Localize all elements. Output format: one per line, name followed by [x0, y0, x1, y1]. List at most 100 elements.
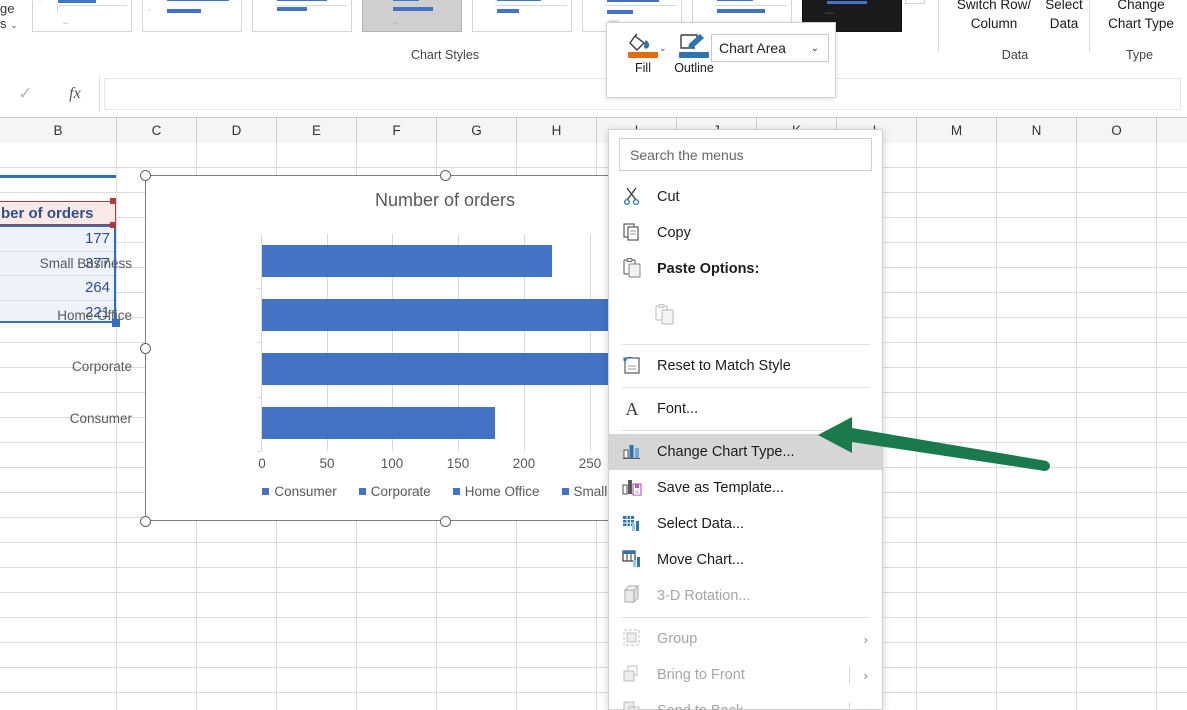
chart-style-thumbnail[interactable]: — ▪▪▪▪▪ — [32, 0, 132, 32]
chart-resize-handle-top-left[interactable] — [139, 169, 151, 181]
context-menu-divider — [621, 617, 870, 618]
outline-color-swatch — [679, 52, 709, 58]
fill-bucket-icon — [626, 31, 660, 59]
legend-swatch-icon — [452, 488, 460, 495]
outline-label: Outline — [674, 61, 714, 75]
column-header-D[interactable]: D — [197, 118, 277, 143]
column-header-E[interactable]: E — [277, 118, 357, 143]
column-header-B[interactable]: B — [0, 118, 117, 143]
context-menu-item-font[interactable]: A Font... — [609, 391, 882, 427]
context-menu-item-send-to-back: Send to Back › — [609, 693, 882, 710]
switch-row-column-button[interactable]: Switch Row/ Column — [946, 0, 1042, 33]
svg-text:A: A — [626, 399, 639, 419]
context-menu-item-change-chart-type[interactable]: Change Chart Type... — [609, 434, 882, 470]
search-placeholder: Search the menus — [630, 146, 744, 163]
legend-item-consumer[interactable]: Consumer — [262, 484, 337, 499]
chart-xtick-label: 250 — [578, 456, 602, 471]
legend-swatch-icon — [561, 488, 569, 495]
column-header-F[interactable]: F — [357, 118, 437, 143]
column-headers: B C D E F G H I J K L M N O — [0, 118, 1187, 143]
context-menu-item-cut[interactable]: Cut — [609, 179, 882, 215]
context-menu-item-group: Group › — [609, 621, 882, 657]
column-header-M[interactable]: M — [917, 118, 997, 143]
cell-value[interactable]: 264 — [0, 276, 114, 301]
column-header-G[interactable]: G — [437, 118, 517, 143]
fill-color-swatch — [628, 52, 658, 58]
chart-resize-handle-top-center[interactable] — [439, 169, 451, 181]
cell-value[interactable]: 177 — [0, 227, 114, 252]
chart-resize-handle-bottom-center[interactable] — [439, 515, 451, 527]
context-menu-item-paste-options: Paste Options: — [609, 251, 882, 287]
fill-dropdown-chevron-icon[interactable]: ⌄ — [659, 43, 667, 54]
chart-xtick-label: 0 — [258, 456, 266, 471]
context-menu-label: Select Data... — [657, 516, 745, 532]
ribbon: ge s ⌄ — ▪▪▪▪▪ ▭ ▭ — [0, 0, 1187, 68]
chart-xtick-label: 200 — [512, 456, 536, 471]
search-the-menus-input[interactable]: Search the menus — [619, 138, 872, 171]
context-menu-item-bring-to-front: Bring to Front › — [609, 657, 882, 693]
column-header-N[interactable]: N — [997, 118, 1077, 143]
chart-bar-consumer[interactable] — [262, 407, 495, 439]
chart-category-label: Consumer — [69, 411, 132, 426]
column-header-C[interactable]: C — [117, 118, 197, 143]
fill-label: Fill — [635, 61, 651, 75]
chevron-down-icon: ⌄ — [810, 42, 819, 54]
context-menu-item-3d-rotation: 3-D Rotation... — [609, 578, 882, 614]
select-data-icon — [621, 512, 647, 536]
context-menu-label: 3-D Rotation... — [657, 588, 751, 604]
formula-bar-row: ✓ fx — [0, 73, 1187, 118]
context-menu-label: Font... — [657, 401, 699, 417]
range-anchor-handle[interactable] — [110, 198, 116, 204]
context-menu-divider — [621, 344, 870, 345]
chart-style-thumbnail[interactable]: ▭ ▭ — [142, 0, 242, 32]
chart-category-label: Small Business — [39, 256, 132, 271]
chart-style-thumbnail-selected[interactable]: — ▪▪▪▪ — [362, 0, 462, 32]
group-label-type: Type — [1125, 48, 1154, 62]
column-header-P[interactable] — [1157, 118, 1187, 143]
chart-resize-handle-bottom-left[interactable] — [139, 515, 151, 527]
chart-context-menu[interactable]: Search the menus Cut Copy Paste Options:… — [608, 129, 883, 710]
chart-style-thumbnail[interactable]: — — [252, 0, 352, 32]
chart-bar-home-office[interactable] — [262, 299, 609, 331]
send-back-icon — [621, 699, 647, 710]
scissors-icon — [621, 185, 647, 209]
range-anchor-handle[interactable] — [110, 222, 116, 228]
chart-xtick-label: 100 — [380, 456, 404, 471]
context-menu-item-move-chart[interactable]: Move Chart... — [609, 542, 882, 578]
copy-icon — [621, 221, 647, 245]
select-data-button[interactable]: Select Data — [1036, 0, 1092, 33]
change-chart-type-ribbon-button[interactable]: Change Chart Type — [1095, 0, 1187, 33]
legend-item-home-office[interactable]: Home Office — [452, 484, 540, 499]
move-chart-icon — [621, 548, 647, 572]
context-menu-item-save-as-template[interactable]: Save as Template... — [609, 470, 882, 506]
enter-check-icon[interactable]: ✓ — [18, 84, 32, 104]
chart-style-thumbnail[interactable]: — — [472, 0, 572, 32]
chart-bar-small-business[interactable] — [262, 245, 552, 277]
chart-resize-handle-middle-left[interactable] — [139, 342, 151, 354]
formula-bar-buttons: ✓ fx — [0, 76, 100, 112]
column-header-O[interactable]: O — [1077, 118, 1157, 143]
bring-front-icon — [621, 663, 647, 687]
chart-xtick-label: 150 — [446, 456, 470, 471]
selection-top-border — [0, 175, 116, 178]
context-menu-label: Group — [657, 631, 698, 647]
context-menu-label: Copy — [657, 225, 691, 241]
chevron-down-icon: ⌄ — [10, 20, 18, 30]
legend-swatch-icon — [262, 488, 270, 495]
submenu-divider — [849, 666, 850, 684]
context-menu-label: Paste Options: — [657, 261, 760, 277]
legend-item-corporate[interactable]: Corporate — [358, 484, 431, 499]
chart-element-select[interactable]: Chart Area ⌄ — [711, 34, 829, 62]
context-menu-divider — [621, 387, 870, 388]
context-menu-item-paste-keep-source-formatting[interactable] — [609, 287, 882, 341]
cell-B-header[interactable]: ber of orders — [0, 201, 116, 225]
context-menu-item-select-data[interactable]: Select Data... — [609, 506, 882, 542]
context-menu-label: Cut — [657, 189, 680, 205]
column-header-H[interactable]: H — [517, 118, 597, 143]
context-menu-divider — [621, 430, 870, 431]
chart-styles-more-button[interactable]: ▾ — [905, 0, 925, 4]
context-menu-item-copy[interactable]: Copy — [609, 215, 882, 251]
insert-function-icon[interactable]: fx — [69, 85, 81, 103]
group-label-chart-styles: Chart Styles — [410, 48, 480, 62]
context-menu-item-reset-to-match-style[interactable]: Reset to Match Style — [609, 348, 882, 384]
